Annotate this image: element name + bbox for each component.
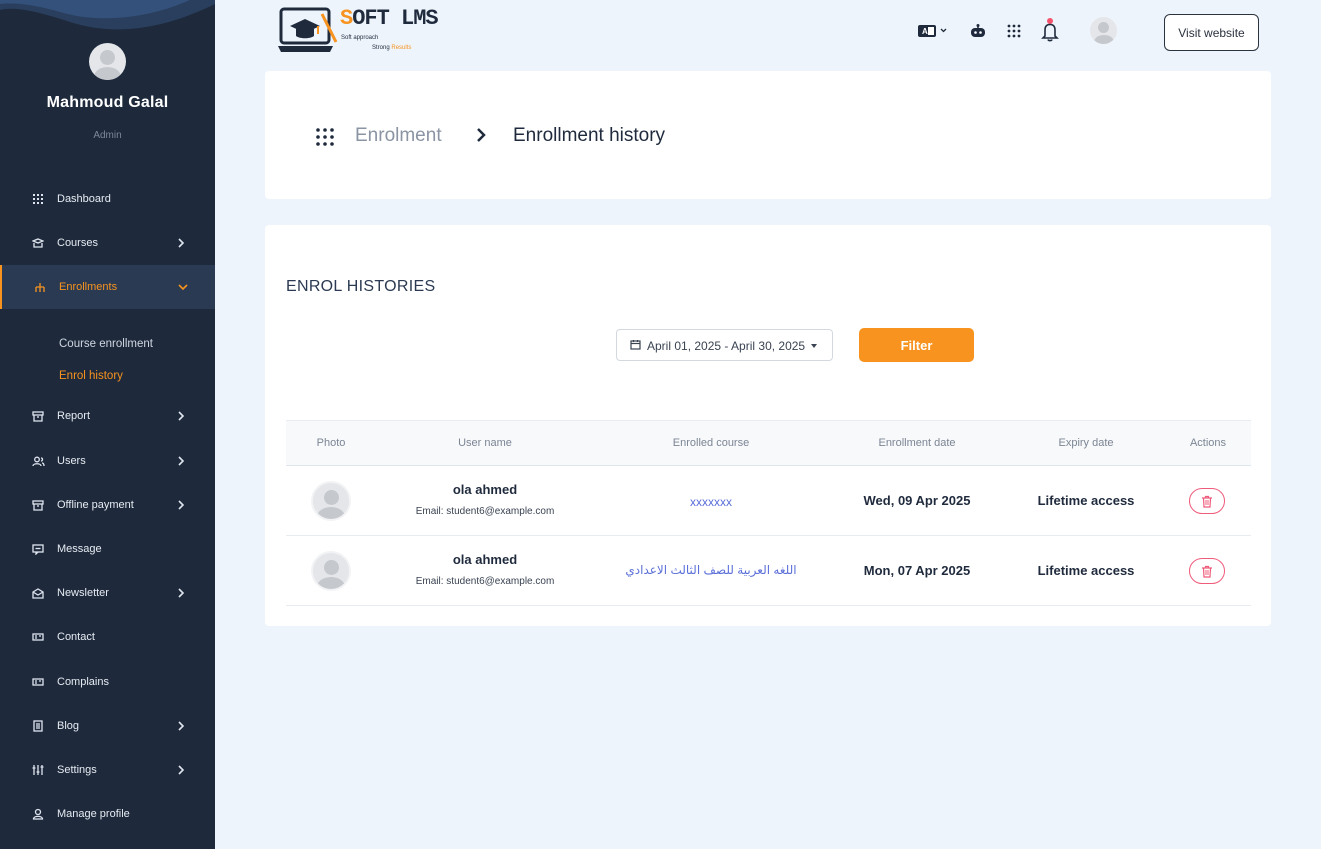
user-email: Email: student6@example.com xyxy=(415,576,555,587)
sliders-icon xyxy=(31,763,45,777)
sitemap-icon xyxy=(33,280,47,294)
svg-text:A: A xyxy=(922,27,928,36)
sidebar-item-contact[interactable]: Contact xyxy=(0,615,215,659)
user-email: Email: student6@example.com xyxy=(415,506,555,517)
contact-card-icon xyxy=(31,675,45,689)
envelope-icon xyxy=(31,586,45,600)
calendar-icon xyxy=(630,340,641,350)
sidebar-item-courses[interactable]: Courses xyxy=(0,221,215,265)
sidebar-item-newsletter[interactable]: Newsletter xyxy=(0,571,215,615)
sidebar-item-complains[interactable]: Complains xyxy=(0,660,215,704)
sidebar-item-label: Newsletter xyxy=(57,587,109,599)
user-name: ola ahmed xyxy=(452,552,518,567)
delete-button[interactable] xyxy=(1189,558,1225,584)
sidebar-item-label: Enrollments xyxy=(59,281,118,293)
brand-title: SOFT LMS xyxy=(340,6,439,31)
page-title: Enrollment history xyxy=(513,125,666,146)
profile-avatar[interactable] xyxy=(89,43,126,80)
sidebar-item-report[interactable]: Report xyxy=(0,394,215,438)
date-range-picker[interactable]: April 01, 2025 - April 30, 2025 xyxy=(616,329,833,361)
sidebar-item-message[interactable]: Message xyxy=(0,527,215,571)
column-header-enrolled-course: Enrolled course xyxy=(672,437,750,449)
sidebar-item-label: Settings xyxy=(57,764,97,776)
profile-name: Mahmoud Galal xyxy=(46,94,169,111)
sidebar-item-dashboard[interactable]: Dashboard xyxy=(0,177,215,221)
courses-icon xyxy=(31,236,45,250)
breadcrumb-parent-link[interactable]: Enrolment xyxy=(355,125,442,147)
robot-icon[interactable] xyxy=(967,20,989,42)
enrolled-course-link[interactable]: xxxxxxx xyxy=(690,495,732,509)
column-header-expiry-date: Expiry date xyxy=(1058,437,1114,449)
archive-icon xyxy=(31,409,45,423)
enrollment-date: Mon, 07 Apr 2025 xyxy=(863,563,971,578)
document-icon xyxy=(31,719,45,733)
visit-website-button[interactable]: Visit website xyxy=(1164,14,1259,51)
language-icon[interactable]: A xyxy=(917,20,951,42)
sidebar-item-manage-profile[interactable]: Manage profile xyxy=(0,792,215,836)
sidebar-item-label: Offline payment xyxy=(57,499,134,511)
sidebar-item-label: Dashboard xyxy=(57,193,111,205)
user-photo xyxy=(311,551,351,591)
apps-icon[interactable] xyxy=(1003,20,1025,42)
user-name: ola ahmed xyxy=(452,482,518,497)
section-title: ENROL HISTORIES xyxy=(286,278,436,295)
brand-tagline-1: Soft approach xyxy=(341,35,379,41)
bell-icon[interactable] xyxy=(1039,17,1061,43)
chevron-right-icon xyxy=(178,456,185,466)
user-photo xyxy=(311,481,351,521)
enrollment-date: Wed, 09 Apr 2025 xyxy=(863,493,971,508)
sidebar: Mahmoud Galal Admin Dashboard Courses En… xyxy=(0,0,215,849)
delete-button[interactable] xyxy=(1189,488,1225,514)
contact-card-icon xyxy=(31,630,45,644)
archive-icon xyxy=(31,498,45,512)
trash-icon xyxy=(1202,495,1212,508)
sidebar-item-label: Report xyxy=(57,410,91,422)
caret-down-icon xyxy=(811,344,817,348)
sidebar-item-blog[interactable]: Blog xyxy=(0,704,215,748)
users-icon xyxy=(31,454,45,468)
sidebar-item-users[interactable]: Users xyxy=(0,439,215,483)
sidebar-item-label: Message xyxy=(57,543,102,555)
sidebar-item-label: Contact xyxy=(57,631,95,643)
header-avatar[interactable] xyxy=(1090,17,1117,44)
chevron-right-icon xyxy=(178,765,185,775)
chevron-right-icon xyxy=(178,588,185,598)
grid-icon xyxy=(31,192,45,206)
chevron-right-icon xyxy=(178,238,185,248)
chevron-right-icon xyxy=(477,128,486,142)
chevron-right-icon xyxy=(178,500,185,510)
sidebar-item-label: Complains xyxy=(57,676,109,688)
chevron-right-icon xyxy=(178,721,185,731)
sidebar-wave-decoration xyxy=(0,0,215,30)
column-header-actions: Actions xyxy=(1189,437,1227,449)
filter-button[interactable]: Filter xyxy=(859,328,974,362)
date-range-value: April 01, 2025 - April 30, 2025 xyxy=(647,339,806,353)
sidebar-item-label: Blog xyxy=(57,720,80,732)
column-header-enrollment-date: Enrollment date xyxy=(878,437,956,449)
enrolled-course-link[interactable]: اللغه العربية للصف الثالث الاعدادي xyxy=(625,563,796,577)
sidebar-subitem-enrol-history[interactable]: Enrol history xyxy=(59,370,123,382)
profile-role: Admin xyxy=(93,130,122,141)
sidebar-item-enrollments[interactable]: Enrollments xyxy=(0,265,215,309)
profile-block: Mahmoud Galal Admin xyxy=(0,43,215,141)
column-header-user-name: User name xyxy=(458,437,512,449)
sidebar-item-settings[interactable]: Settings xyxy=(0,748,215,792)
chevron-down-icon xyxy=(178,284,188,291)
sidebar-item-label: Users xyxy=(57,455,86,467)
sidebar-item-offline-payment[interactable]: Offline payment xyxy=(0,483,215,527)
apps-grid-icon xyxy=(316,128,334,146)
user-icon xyxy=(31,807,45,821)
message-icon xyxy=(31,542,45,556)
sidebar-subitem-course-enrollment[interactable]: Course enrollment xyxy=(59,338,153,350)
expiry-date: Lifetime access xyxy=(1037,563,1135,578)
expiry-date: Lifetime access xyxy=(1037,493,1135,508)
sidebar-item-label: Courses xyxy=(57,237,98,249)
brand-tagline-2: Strong Results xyxy=(372,45,412,51)
column-header-photo: Photo xyxy=(316,437,346,449)
trash-icon xyxy=(1202,565,1212,578)
sidebar-item-label: Manage profile xyxy=(57,808,130,820)
chevron-right-icon xyxy=(178,411,185,421)
